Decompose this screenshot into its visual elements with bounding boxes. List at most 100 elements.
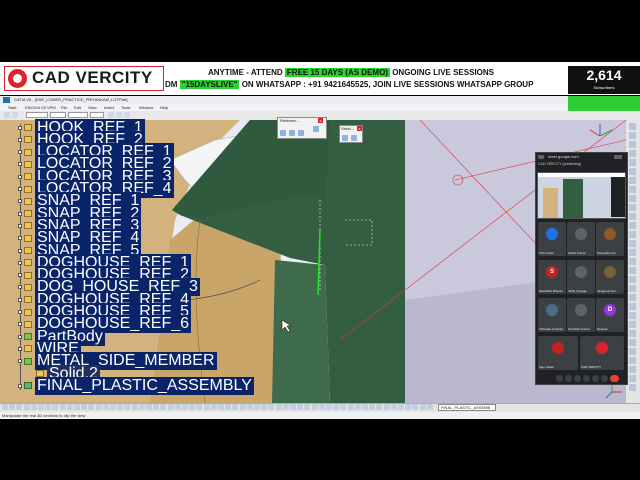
right-toolbar-icon[interactable] <box>629 339 636 346</box>
right-toolbar-icon[interactable] <box>629 195 636 202</box>
menu-help[interactable]: Help <box>160 104 168 111</box>
bottom-toolbar-icon[interactable] <box>167 404 174 410</box>
bottom-toolbar-icon[interactable] <box>419 404 426 410</box>
bottom-toolbar-icon[interactable] <box>254 404 260 410</box>
tree-expand-icon[interactable] <box>18 310 22 314</box>
bottom-toolbar-icon[interactable] <box>369 404 376 410</box>
bottom-toolbar-icon[interactable] <box>203 404 210 410</box>
right-toolbar-icon[interactable] <box>629 294 636 301</box>
right-toolbar-icon[interactable] <box>629 330 636 337</box>
eye-icon[interactable] <box>12 112 18 118</box>
bottom-toolbar-icon[interactable] <box>390 404 397 410</box>
right-toolbar-icon[interactable] <box>629 258 636 265</box>
bottom-toolbar-icon[interactable] <box>174 404 181 410</box>
tree-expand-icon[interactable] <box>18 334 22 339</box>
right-toolbar-icon[interactable] <box>629 375 636 382</box>
right-toolbar-icon[interactable] <box>629 384 636 391</box>
bottom-toolbar-icon[interactable] <box>102 404 109 410</box>
bottom-toolbar-icon[interactable] <box>340 404 347 410</box>
right-toolbar-icon[interactable] <box>629 312 636 319</box>
bottom-toolbar-icon[interactable] <box>74 404 80 410</box>
bottom-toolbar-icon[interactable] <box>124 404 131 410</box>
line-type-select[interactable] <box>90 112 104 118</box>
bottom-toolbar-icon[interactable] <box>282 404 289 410</box>
participant-tile[interactable]: Harsh Kumar <box>567 222 595 256</box>
tree-expand-icon[interactable] <box>18 383 22 388</box>
tree-expand-icon[interactable] <box>18 285 22 290</box>
bottom-toolbar-icon[interactable] <box>23 404 30 410</box>
present-icon[interactable] <box>592 375 599 382</box>
participant-tile[interactable]: Suvikash Kumar <box>567 298 595 332</box>
bottom-toolbar-icon[interactable] <box>412 404 419 410</box>
bottom-toolbar-icon[interactable] <box>146 404 152 410</box>
bottom-toolbar-icon[interactable] <box>9 404 16 410</box>
shared-screen-preview[interactable] <box>537 172 626 219</box>
right-toolbar-icon[interactable] <box>629 141 636 148</box>
tree-expand-icon[interactable] <box>18 297 22 302</box>
bottom-toolbar-icon[interactable] <box>189 404 196 410</box>
bottom-toolbar-icon[interactable] <box>138 404 145 410</box>
participant-tile[interactable]: Vishwale sanshan <box>538 298 566 332</box>
bottom-toolbar-icon[interactable] <box>261 404 268 410</box>
tree-expand-icon[interactable] <box>18 248 22 253</box>
menu-tools[interactable]: Tools <box>121 104 130 111</box>
bottom-toolbar-icon[interactable] <box>160 404 167 410</box>
menu-file[interactable]: File <box>61 104 67 111</box>
bottom-toolbar-icon[interactable] <box>95 404 102 410</box>
tree-expand-icon[interactable] <box>18 359 22 364</box>
tree-item[interactable]: FINAL_PLASTIC_ASSEMBLY <box>24 376 254 395</box>
menu-start[interactable]: Start <box>8 104 16 111</box>
tree-expand-icon[interactable] <box>18 199 22 204</box>
point-icon[interactable] <box>280 130 286 136</box>
bottom-toolbar-icon[interactable] <box>268 404 275 410</box>
menu-insert[interactable]: Insert <box>104 104 114 111</box>
right-toolbar-icon[interactable] <box>629 240 636 247</box>
menu-window[interactable]: Window <box>139 104 153 111</box>
right-toolbar-icon[interactable] <box>629 321 636 328</box>
repetition-icon[interactable] <box>313 126 319 132</box>
layer-icon[interactable] <box>108 112 114 118</box>
tree-expand-icon[interactable] <box>18 322 22 327</box>
bottom-toolbar-icon[interactable] <box>210 404 217 410</box>
reference-toolbar-close-icon[interactable]: x <box>318 118 323 123</box>
right-toolbar-icon[interactable] <box>629 249 636 256</box>
bottom-toolbar-icon[interactable] <box>275 404 282 410</box>
right-toolbar-icon[interactable] <box>629 150 636 157</box>
bottom-toolbar-icon[interactable] <box>311 404 318 410</box>
tree-expand-icon[interactable] <box>18 273 22 278</box>
color-select[interactable] <box>26 112 48 118</box>
bottom-toolbar-icon[interactable] <box>110 404 116 410</box>
right-toolbar-icon[interactable] <box>629 213 636 220</box>
microphone-icon[interactable] <box>556 375 563 382</box>
bottom-toolbar-icon[interactable] <box>347 404 354 410</box>
right-toolbar-icon[interactable] <box>629 204 636 211</box>
bottom-toolbar-icon[interactable] <box>225 404 232 410</box>
menu-enovia[interactable]: ENOVIA V5 VPM <box>25 104 56 111</box>
tree-expand-icon[interactable] <box>18 137 22 142</box>
bottom-toolbar-icon[interactable] <box>52 404 59 410</box>
bottom-toolbar-icon[interactable] <box>239 404 246 410</box>
bottom-toolbar-icon[interactable] <box>383 404 390 410</box>
tree-expand-icon[interactable] <box>18 260 22 265</box>
sketch-icon[interactable] <box>342 135 348 141</box>
bottom-toolbar-icon[interactable] <box>59 404 66 410</box>
more-options-icon[interactable] <box>601 375 608 382</box>
participant-tile[interactable]: Jangpreet Kor.. <box>596 260 624 294</box>
line-icon[interactable] <box>289 130 295 136</box>
participant-tile[interactable]: Paravathy Aru <box>596 222 624 256</box>
bottom-toolbar-icon[interactable] <box>362 404 368 410</box>
tree-expand-icon[interactable] <box>18 346 22 351</box>
menu-edit[interactable]: Edit <box>74 104 81 111</box>
bottom-toolbar-icon[interactable] <box>376 404 383 410</box>
menu-view[interactable]: View <box>88 104 97 111</box>
tree-expand-icon[interactable] <box>18 187 22 191</box>
sketcher-toolbar-close-icon[interactable]: x <box>357 126 362 131</box>
bottom-toolbar-icon[interactable] <box>333 404 340 410</box>
right-toolbar-icon[interactable] <box>629 276 636 283</box>
bottom-toolbar-icon[interactable] <box>81 404 88 410</box>
bottom-toolbar-icon[interactable] <box>290 404 296 410</box>
raise-hand-icon[interactable] <box>583 375 590 382</box>
tree-expand-icon[interactable] <box>18 236 22 241</box>
bottom-toolbar-icon[interactable] <box>66 404 73 410</box>
filter-icon[interactable] <box>116 112 122 118</box>
